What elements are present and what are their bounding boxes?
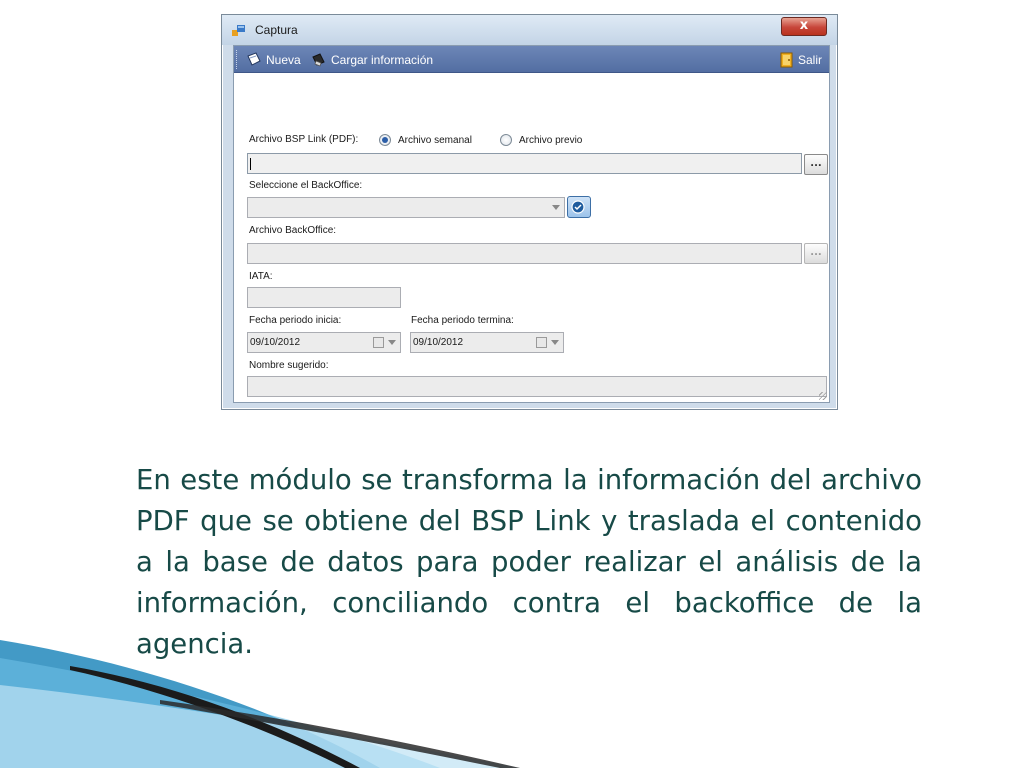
backoffice-search-button[interactable] (567, 196, 591, 218)
load-document-icon (312, 53, 325, 67)
exit-door-icon (780, 52, 793, 68)
resize-grip[interactable] (819, 392, 827, 400)
form-area: Nueva Cargar información Salir Archivo B… (233, 45, 830, 403)
load-info-label: Cargar información (331, 53, 434, 67)
toolbar: Nueva Cargar información Salir (234, 46, 829, 73)
bsp-file-label: Archivo BSP Link (PDF): (249, 134, 359, 145)
chevron-down-icon (552, 205, 560, 210)
app-icon (232, 25, 245, 36)
browse-backoffice-button[interactable]: ... (804, 243, 828, 264)
previous-file-radio[interactable] (500, 134, 512, 146)
toolbar-grip[interactable] (236, 50, 239, 69)
date-end-value: 09/10/2012 (413, 337, 464, 348)
iata-input[interactable] (247, 287, 401, 308)
exit-button-label: Salir (798, 53, 823, 67)
date-end-picker[interactable]: 09/10/2012 (410, 332, 564, 353)
decorative-swoosh (0, 640, 520, 768)
window-title: Captura (255, 23, 298, 37)
new-button-label: Nueva (266, 53, 301, 67)
search-icon (571, 200, 585, 214)
load-info-button[interactable]: Cargar información (311, 51, 433, 69)
text-caret (250, 158, 251, 170)
backoffice-file-input[interactable] (247, 243, 802, 264)
chevron-down-icon (388, 340, 396, 345)
chevron-down-icon (551, 340, 559, 345)
calendar-icon (373, 337, 384, 348)
bsp-file-input[interactable] (247, 153, 802, 174)
date-start-picker[interactable]: 09/10/2012 (247, 332, 401, 353)
close-button[interactable]: x (781, 17, 827, 36)
title-bar[interactable]: Captura x (222, 15, 837, 45)
exit-button[interactable]: Salir (780, 51, 822, 69)
calendar-icon (536, 337, 547, 348)
previous-file-radio-label[interactable]: Archivo previo (519, 135, 582, 146)
weekly-file-radio-label[interactable]: Archivo semanal (398, 135, 472, 146)
new-document-icon (247, 52, 261, 66)
date-start-label: Fecha periodo inicia: (249, 315, 342, 326)
iata-label: IATA: (249, 271, 273, 282)
date-end-label: Fecha periodo termina: (411, 315, 514, 326)
new-button[interactable]: Nueva (246, 51, 301, 69)
weekly-file-radio[interactable] (379, 134, 391, 146)
captura-window: Captura x Nueva Cargar información Salir… (221, 14, 838, 410)
suggested-name-label: Nombre sugerido: (249, 360, 329, 371)
date-start-value: 09/10/2012 (250, 337, 301, 348)
close-icon: x (799, 18, 809, 33)
backoffice-file-label: Archivo BackOffice: (249, 225, 337, 236)
backoffice-select-label: Seleccione el BackOffice: (249, 180, 363, 191)
suggested-name-input[interactable] (247, 376, 827, 397)
browse-bsp-button[interactable]: ... (804, 154, 828, 175)
backoffice-dropdown[interactable] (247, 197, 565, 218)
